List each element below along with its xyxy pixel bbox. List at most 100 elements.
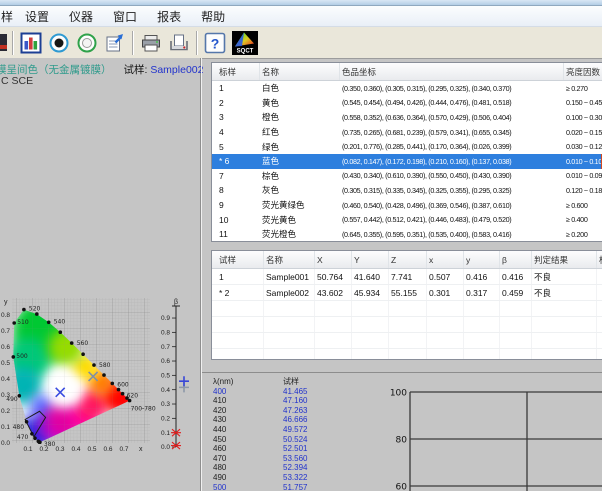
cell-standard-ref (597, 269, 602, 284)
empty-cell (264, 333, 315, 348)
measurement-mode: C SCE (1, 75, 33, 87)
print-out-icon (168, 32, 190, 54)
standards-row[interactable]: 3橙色(0.558, 0.352), (0.636, 0.364), (0.57… (212, 110, 602, 125)
cell-standard-id: 3 (212, 112, 260, 122)
menu-item-window[interactable]: 窗口 (103, 6, 147, 27)
empty-cell (500, 349, 532, 360)
svg-text:100: 100 (390, 389, 407, 399)
empty-sample-row (212, 349, 602, 360)
cell-wavelength: 490 (213, 473, 283, 483)
cell-wavelength: 430 (213, 415, 283, 425)
cell-luminance-factor: 0.100 ~ 0.300 (564, 113, 602, 122)
standards-row[interactable]: 7棕色(0.430, 0.340), (0.610, 0.390), (0.55… (212, 169, 602, 184)
cell-luminance-factor: ≥ 0.270 (564, 84, 602, 93)
svg-text:y: y (4, 299, 8, 306)
sqct-logo-button[interactable]: SQCT (229, 30, 261, 56)
empty-cell (597, 333, 602, 348)
cell-wavelength: 500 (213, 483, 283, 491)
svg-text:480: 480 (13, 424, 25, 431)
help-button[interactable]: ? (201, 30, 229, 56)
svg-text:0.2: 0.2 (161, 416, 170, 423)
cell-wavelength: 470 (213, 454, 283, 464)
standards-row[interactable]: 2黄色(0.545, 0.454), (0.494, 0.426), (0.44… (212, 96, 602, 111)
cell-standard-name: 灰色 (260, 184, 340, 196)
empty-cell (597, 349, 602, 360)
menu-item-sample[interactable]: 样 (0, 6, 15, 27)
empty-cell (427, 301, 464, 316)
cell-standard-name: 荧光黄色 (260, 214, 340, 226)
cell-standard-id: 11 (212, 229, 260, 239)
cell-luminance-factor: 0.030 ~ 0.120 (564, 142, 602, 151)
cell-id: 1 (212, 269, 264, 284)
spectral-chart: 1008060 (380, 373, 602, 491)
clipped-toolbar-button[interactable] (0, 30, 9, 56)
report-export-button[interactable] (101, 30, 129, 56)
print-out-button[interactable] (165, 30, 193, 56)
cell-X: 43.602 (315, 285, 352, 300)
standards-row[interactable]: 4红色(0.735, 0.265), (0.681, 0.239), (0.57… (212, 125, 602, 140)
cell-chromaticity-coords: (0.558, 0.352), (0.636, 0.364), (0.570, … (340, 113, 564, 122)
standards-row[interactable]: 5绿色(0.201, 0.776), (0.285, 0.441), (0.17… (212, 139, 602, 154)
menu-item-settings[interactable]: 设置 (15, 6, 59, 27)
standards-row[interactable]: * 6蓝色(0.082, 0.147), (0.172, 0.198), (0.… (212, 154, 602, 169)
samples-table: 试样名称XYZxyβ判定结果标样 1Sample00150.76441.6407… (211, 250, 602, 360)
svg-text:0.0: 0.0 (161, 444, 170, 451)
svg-text:0.5: 0.5 (87, 446, 96, 453)
cell-wavelength: 420 (213, 406, 283, 416)
print-button[interactable] (137, 30, 165, 56)
column-header: 亮度因数 (564, 63, 602, 80)
spectral-table: λ(nm)试样40041.46541047.16042047.26343046.… (213, 377, 307, 491)
spectral-row: 43046.666 (213, 415, 307, 425)
standards-row[interactable]: 1白色(0.350, 0.360), (0.305, 0.315), (0.29… (212, 81, 602, 96)
sqct-logo-icon: SQCT (232, 31, 258, 55)
cell-Y: 45.934 (352, 285, 389, 300)
menu-item-report[interactable]: 报表 (147, 6, 191, 27)
measure-button[interactable] (45, 30, 73, 56)
mode-text: SCE (12, 75, 34, 87)
empty-cell (532, 333, 597, 348)
cell-chromaticity-coords: (0.305, 0.315), (0.335, 0.345), (0.325, … (340, 186, 564, 195)
svg-text:0.5: 0.5 (1, 360, 10, 367)
svg-text:0.1: 0.1 (161, 430, 170, 437)
empty-cell (464, 349, 500, 360)
standards-row[interactable]: 11荧光橙色(0.645, 0.355), (0.595, 0.351), (0… (212, 227, 602, 242)
spectral-row: 47053.560 (213, 454, 307, 464)
svg-text:580: 580 (99, 362, 111, 369)
cell-luminance-factor: 0.010 ~ 0.090 (564, 171, 602, 180)
standards-row[interactable]: 9荧光黄绿色(0.460, 0.540), (0.428, 0.496), (0… (212, 198, 602, 213)
menu-item-instrument[interactable]: 仪器 (59, 6, 103, 27)
cell-wavelength: 440 (213, 425, 283, 435)
cell-standard-name: 蓝色 (260, 155, 340, 167)
empty-cell (352, 349, 389, 360)
cell-standard-id: 7 (212, 171, 260, 181)
sample-name-link[interactable]: Sample002 (150, 64, 203, 76)
cell-Z: 55.155 (389, 285, 427, 300)
empty-cell (389, 349, 427, 360)
cell-standard-id: 5 (212, 142, 260, 152)
menu-item-help[interactable]: 帮助 (191, 6, 235, 27)
empty-cell (464, 333, 500, 348)
sample-row[interactable]: 1Sample00150.76441.6407.7410.5070.4160.4… (212, 269, 602, 285)
standards-row[interactable]: 10荧光黄色(0.557, 0.442), (0.512, 0.421), (0… (212, 212, 602, 227)
empty-cell (212, 301, 264, 316)
cell-luminance-factor: 0.020 ~ 0.150 (564, 128, 602, 137)
toolbar-separator (12, 31, 14, 55)
empty-cell (597, 317, 602, 332)
sample-row[interactable]: * 2Sample00243.60245.93455.1550.3010.317… (212, 285, 602, 301)
svg-text:β: β (174, 299, 178, 306)
cell-standard-id: * 6 (212, 156, 260, 166)
empty-cell (315, 301, 352, 316)
standards-row[interactable]: 8灰色(0.305, 0.315), (0.335, 0.345), (0.32… (212, 183, 602, 198)
calibrate-button[interactable] (73, 30, 101, 56)
empty-cell (352, 317, 389, 332)
cell-X: 50.764 (315, 269, 352, 284)
chart-button[interactable] (17, 30, 45, 56)
empty-cell (464, 301, 500, 316)
column-header: 判定结果 (532, 251, 597, 268)
empty-sample-row (212, 317, 602, 333)
cell-standard-name: 橙色 (260, 111, 340, 123)
svg-text:0.4: 0.4 (161, 387, 170, 394)
toolbar-separator (132, 31, 134, 55)
svg-text:540: 540 (54, 318, 66, 325)
cell-wavelength: 480 (213, 463, 283, 473)
